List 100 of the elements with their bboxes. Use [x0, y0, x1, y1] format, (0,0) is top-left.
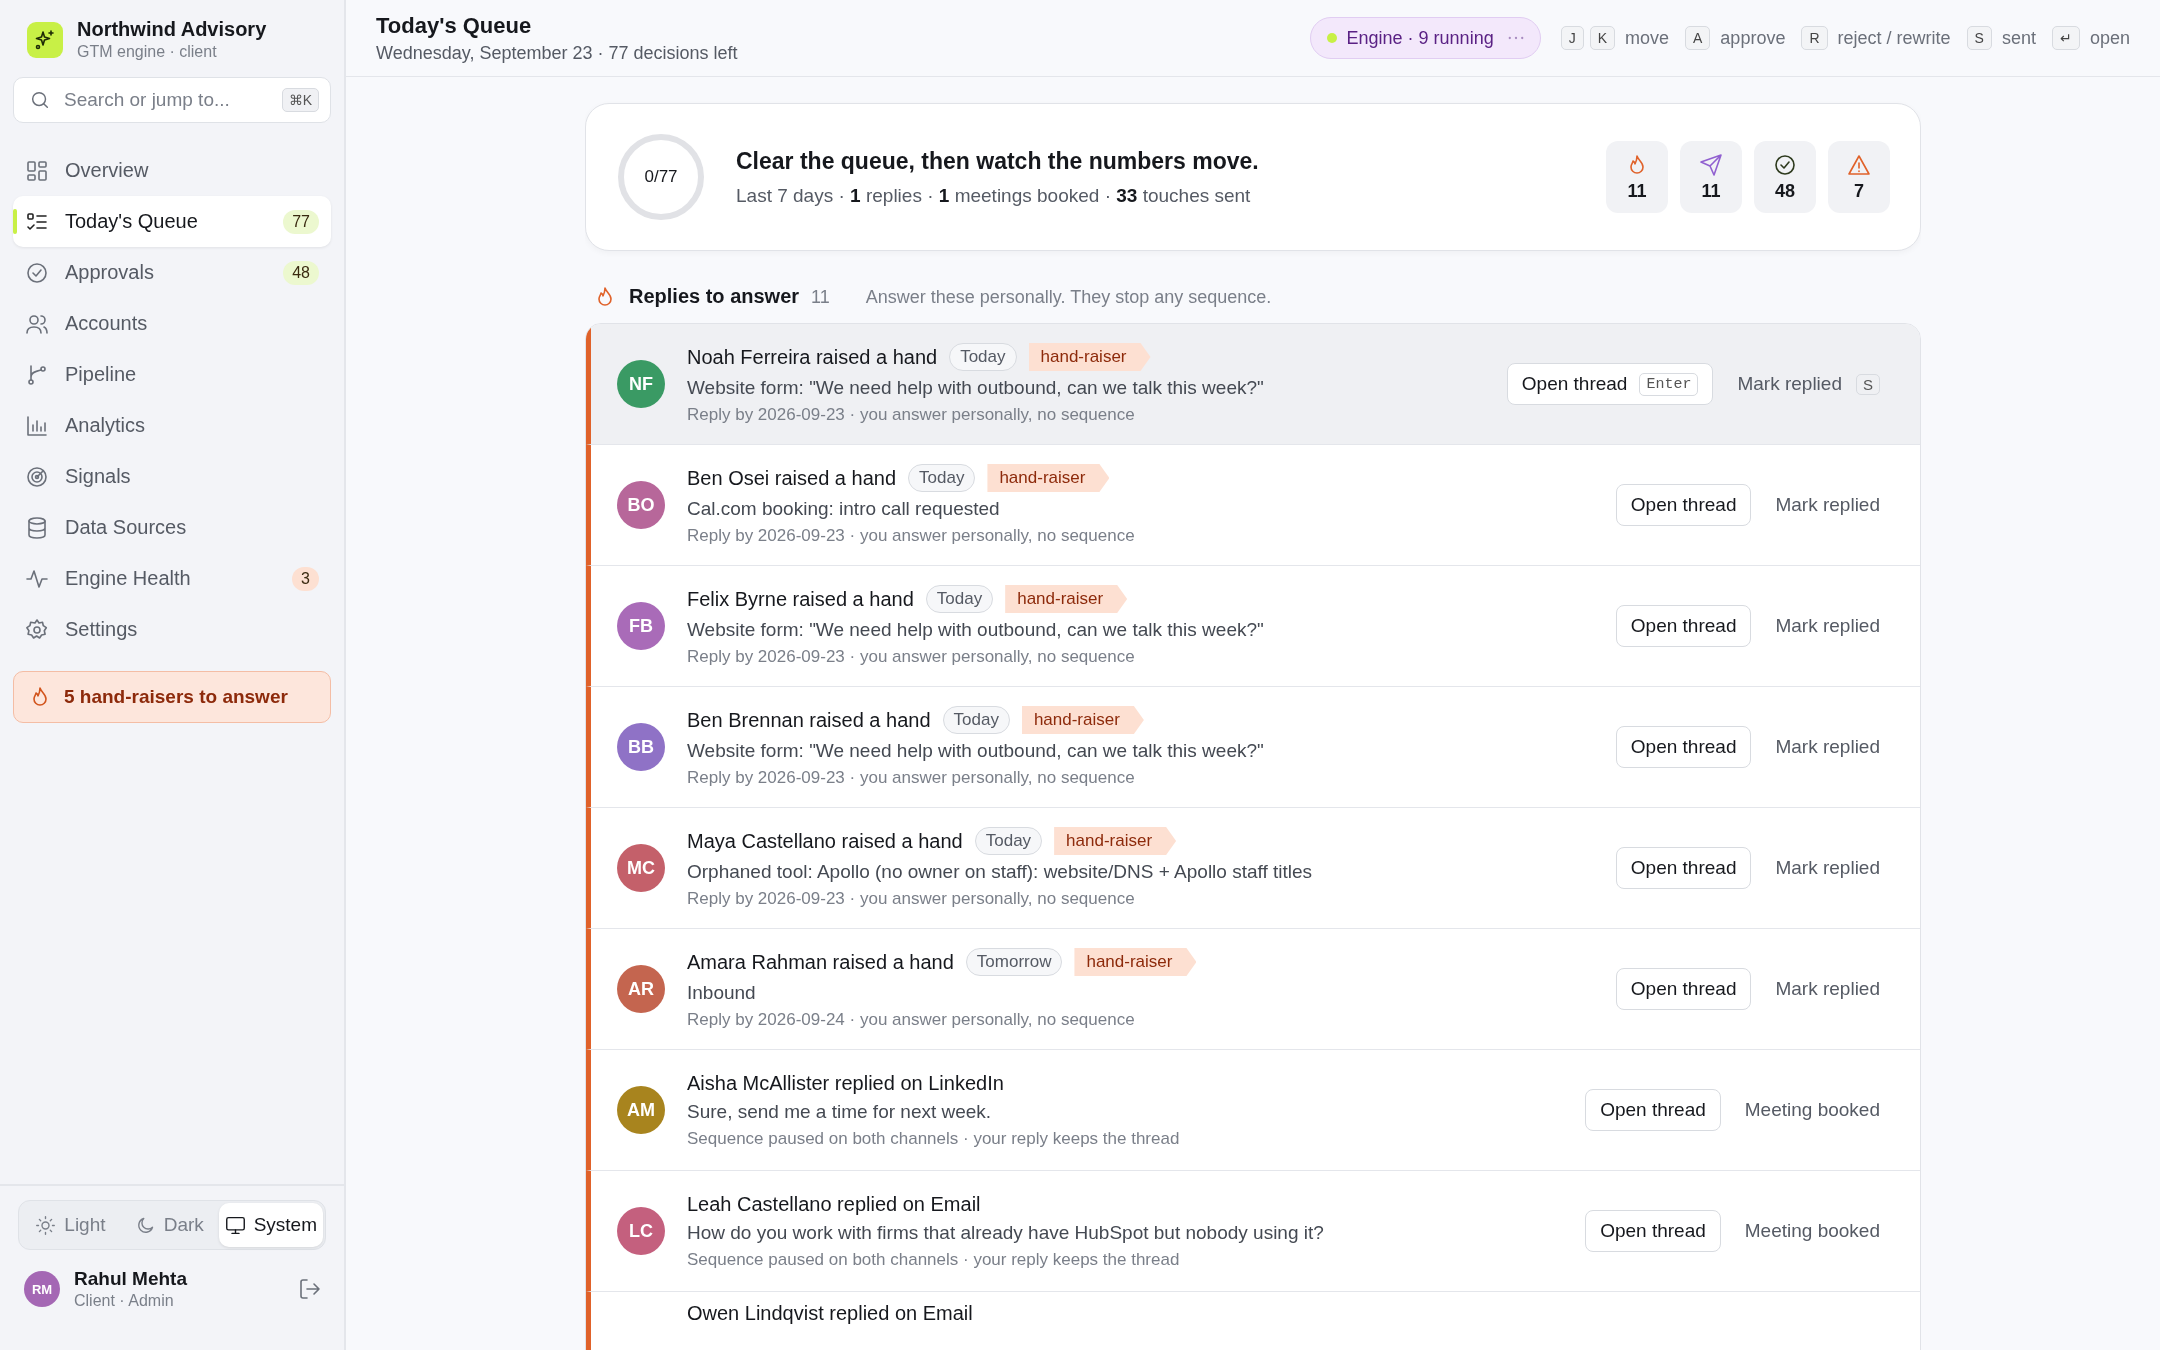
queue-row[interactable]: AR Amara Rahman raised a hand Tomorrow hand-raiser Inbound Reply by 2026-09-24 · you answer personally, no sequence Open thread Mark replied	[586, 929, 1920, 1050]
avatar: MC	[617, 844, 665, 892]
brand-name: Northwind Advisory	[77, 18, 267, 41]
nav-item[interactable]: Settings	[13, 604, 331, 655]
brand-subtitle: GTM engine · client	[77, 43, 218, 61]
nav-item[interactable]: Analytics	[13, 400, 331, 451]
open-thread-button[interactable]: Open thread	[1615, 484, 1752, 526]
row-message: Sure, send me a time for next week.	[687, 1100, 993, 1123]
secondary-action[interactable]: Mark replied	[1773, 857, 1882, 879]
secondary-action[interactable]: Mark replied	[1773, 615, 1882, 637]
hand-raisers-alert[interactable]: 5 hand-raisers to answer	[13, 671, 331, 723]
secondary-action[interactable]: Mark replied	[1773, 978, 1882, 1000]
progress-ring: 0/77	[616, 132, 706, 222]
warning-icon	[1847, 152, 1871, 177]
date-chip: Today	[908, 464, 976, 492]
queue-row[interactable]: FB Felix Byrne raised a hand Today hand-raiser Website form: "We need help with outbound, can we talk this week?" Reply by 2026-09-23 · you answer personally, no sequence Open thread Mark replied	[586, 566, 1920, 687]
open-thread-button[interactable]: Open thread	[1615, 605, 1752, 647]
row-title: Aisha McAllister replied on LinkedIn	[687, 1071, 1004, 1095]
avatar: BB	[617, 723, 665, 771]
search-icon	[29, 89, 51, 111]
secondary-action[interactable]: Mark replied	[1773, 494, 1882, 516]
secondary-action[interactable]: Mark replied S	[1735, 373, 1882, 395]
open-thread-button[interactable]: Open thread	[1585, 1210, 1721, 1252]
avatar: NF	[617, 360, 665, 408]
nav-item[interactable]: Overview	[13, 145, 331, 196]
date-chip: Today	[925, 585, 994, 613]
metric-tile: 7	[1828, 141, 1890, 213]
avatar: FB	[617, 602, 665, 650]
row-message: Inbound	[687, 982, 757, 1004]
theme-option[interactable]: System	[218, 1203, 323, 1247]
page-subtitle: Wednesday, September 23 · 77 decisions left	[376, 42, 738, 64]
shortcut-label: reject / rewrite	[1837, 27, 1951, 49]
date-chip: Tomorrow	[965, 948, 1063, 976]
nav-item[interactable]: Today's Queue 77	[13, 196, 331, 247]
row-message: Website form: "We need help with outbound, can we talk this week?"	[687, 377, 1265, 399]
nav-item[interactable]: Data Sources	[13, 502, 331, 553]
queue-row[interactable]: AM Aisha McAllister replied on LinkedIn Sure, send me a time for next week. Sequence paused on both channels · your reply keeps the thread Open thread Meeting booked	[586, 1050, 1920, 1171]
key-hint: ↵	[2051, 26, 2080, 50]
avatar: AM	[617, 1086, 665, 1134]
tag: hand-raiser	[1074, 948, 1197, 976]
shortcut-label: sent	[2001, 27, 2036, 49]
row-title: Amara Rahman raised a hand	[687, 950, 954, 974]
shortcut-key: ⌘K	[281, 88, 319, 112]
check-circle-icon	[25, 260, 49, 285]
sparkle-icon	[33, 27, 57, 52]
engine-status[interactable]: Engine · 9 running	[1309, 17, 1541, 59]
avatar: LC	[617, 1207, 665, 1255]
open-thread-button[interactable]: Open thread	[1585, 1089, 1721, 1131]
row-meta: Sequence paused on both channels · your reply keeps the thread	[687, 1249, 1181, 1270]
key-hint: J	[1560, 26, 1584, 50]
row-meta: Sequence paused on both channels · your reply keeps the thread	[687, 1128, 1181, 1149]
avatar: BO	[617, 481, 665, 529]
secondary-action[interactable]: Mark replied	[1773, 736, 1882, 758]
user-role: Client · Admin	[74, 1292, 175, 1310]
open-thread-button[interactable]: Open thread	[1615, 847, 1752, 889]
shortcut-label: open	[2089, 27, 2130, 49]
row-title: Maya Castellano raised a hand	[687, 829, 963, 853]
key-hint: S	[1966, 26, 1992, 50]
nav-item[interactable]: Accounts	[13, 298, 331, 349]
secondary-action[interactable]: Meeting booked	[1742, 1220, 1882, 1242]
row-meta: Reply by 2026-09-23 · you answer personally, no sequence	[687, 405, 1136, 425]
open-thread-button[interactable]: Open thread Enter	[1506, 363, 1714, 405]
row-meta: Reply by 2026-09-23 · you answer personally, no sequence	[687, 768, 1136, 788]
nav-item[interactable]: Signals	[13, 451, 331, 502]
nav-item[interactable]: Engine Health 3	[13, 553, 331, 604]
shortcut-label: move	[1625, 27, 1669, 49]
summary-headline: Clear the queue, then watch the numbers move.	[736, 147, 1260, 175]
row-meta: Reply by 2026-09-24 · you answer personally, no sequence	[687, 1010, 1136, 1030]
queue-row[interactable]: BB Ben Brennan raised a hand Today hand-raiser Website form: "We need help with outbound, can we talk this week?" Reply by 2026-09-23 · you answer personally, no sequence Open thread Mark replied	[586, 687, 1920, 808]
sun-icon	[35, 1214, 57, 1236]
nav-item[interactable]: Pipeline	[13, 349, 331, 400]
row-title: Leah Castellano replied on Email	[687, 1192, 981, 1216]
key-hint: K	[1589, 26, 1615, 50]
radar-icon	[25, 464, 49, 489]
queue-row[interactable]	[586, 324, 1920, 445]
row-message: Cal.com booking: intro call requested	[687, 498, 1001, 520]
row-title: Owen Lindqvist replied on Email	[687, 1302, 973, 1325]
grid-icon	[25, 158, 49, 183]
open-thread-button[interactable]: Open thread	[1615, 726, 1752, 768]
user-avatar: RM	[24, 1271, 60, 1307]
tag: hand-raiser	[987, 464, 1110, 492]
nav-item[interactable]: Approvals 48	[13, 247, 331, 298]
key-hint: A	[1685, 26, 1711, 50]
queue-row[interactable]: BO Ben Osei raised a hand Today hand-raiser Cal.com booking: intro call requested Reply by 2026-09-23 · you answer personally, no sequence Open thread Mark replied	[586, 445, 1920, 566]
row-meta: Reply by 2026-09-23 · you answer personally, no sequence	[687, 889, 1136, 909]
queue-row[interactable]: Owen Lindqvist replied on Email	[586, 1292, 1920, 1350]
metric-tile: 11	[1680, 141, 1742, 213]
queue-row[interactable]: LC Leah Castellano replied on Email How do you work with firms that already have HubSpot but nobody using it? Sequence paused on both channels · your reply keeps the thread Open thread Meeting booked	[586, 1171, 1920, 1292]
section-title: Replies to answer	[629, 285, 800, 308]
row-message: Website form: "We need help with outbound, can we talk this week?"	[687, 740, 1265, 762]
gear-icon	[25, 617, 49, 642]
shortcut-label: approve	[1720, 27, 1786, 49]
tag: hand-raiser	[1028, 343, 1151, 371]
tag: hand-raiser	[1021, 706, 1144, 734]
page-title: Today's Queue	[376, 12, 533, 39]
secondary-action[interactable]: Meeting booked	[1742, 1099, 1882, 1121]
more-icon	[1507, 36, 1524, 40]
open-thread-button[interactable]: Open thread	[1615, 968, 1752, 1010]
queue-row[interactable]	[586, 808, 1920, 929]
date-chip: Today	[974, 827, 1043, 855]
